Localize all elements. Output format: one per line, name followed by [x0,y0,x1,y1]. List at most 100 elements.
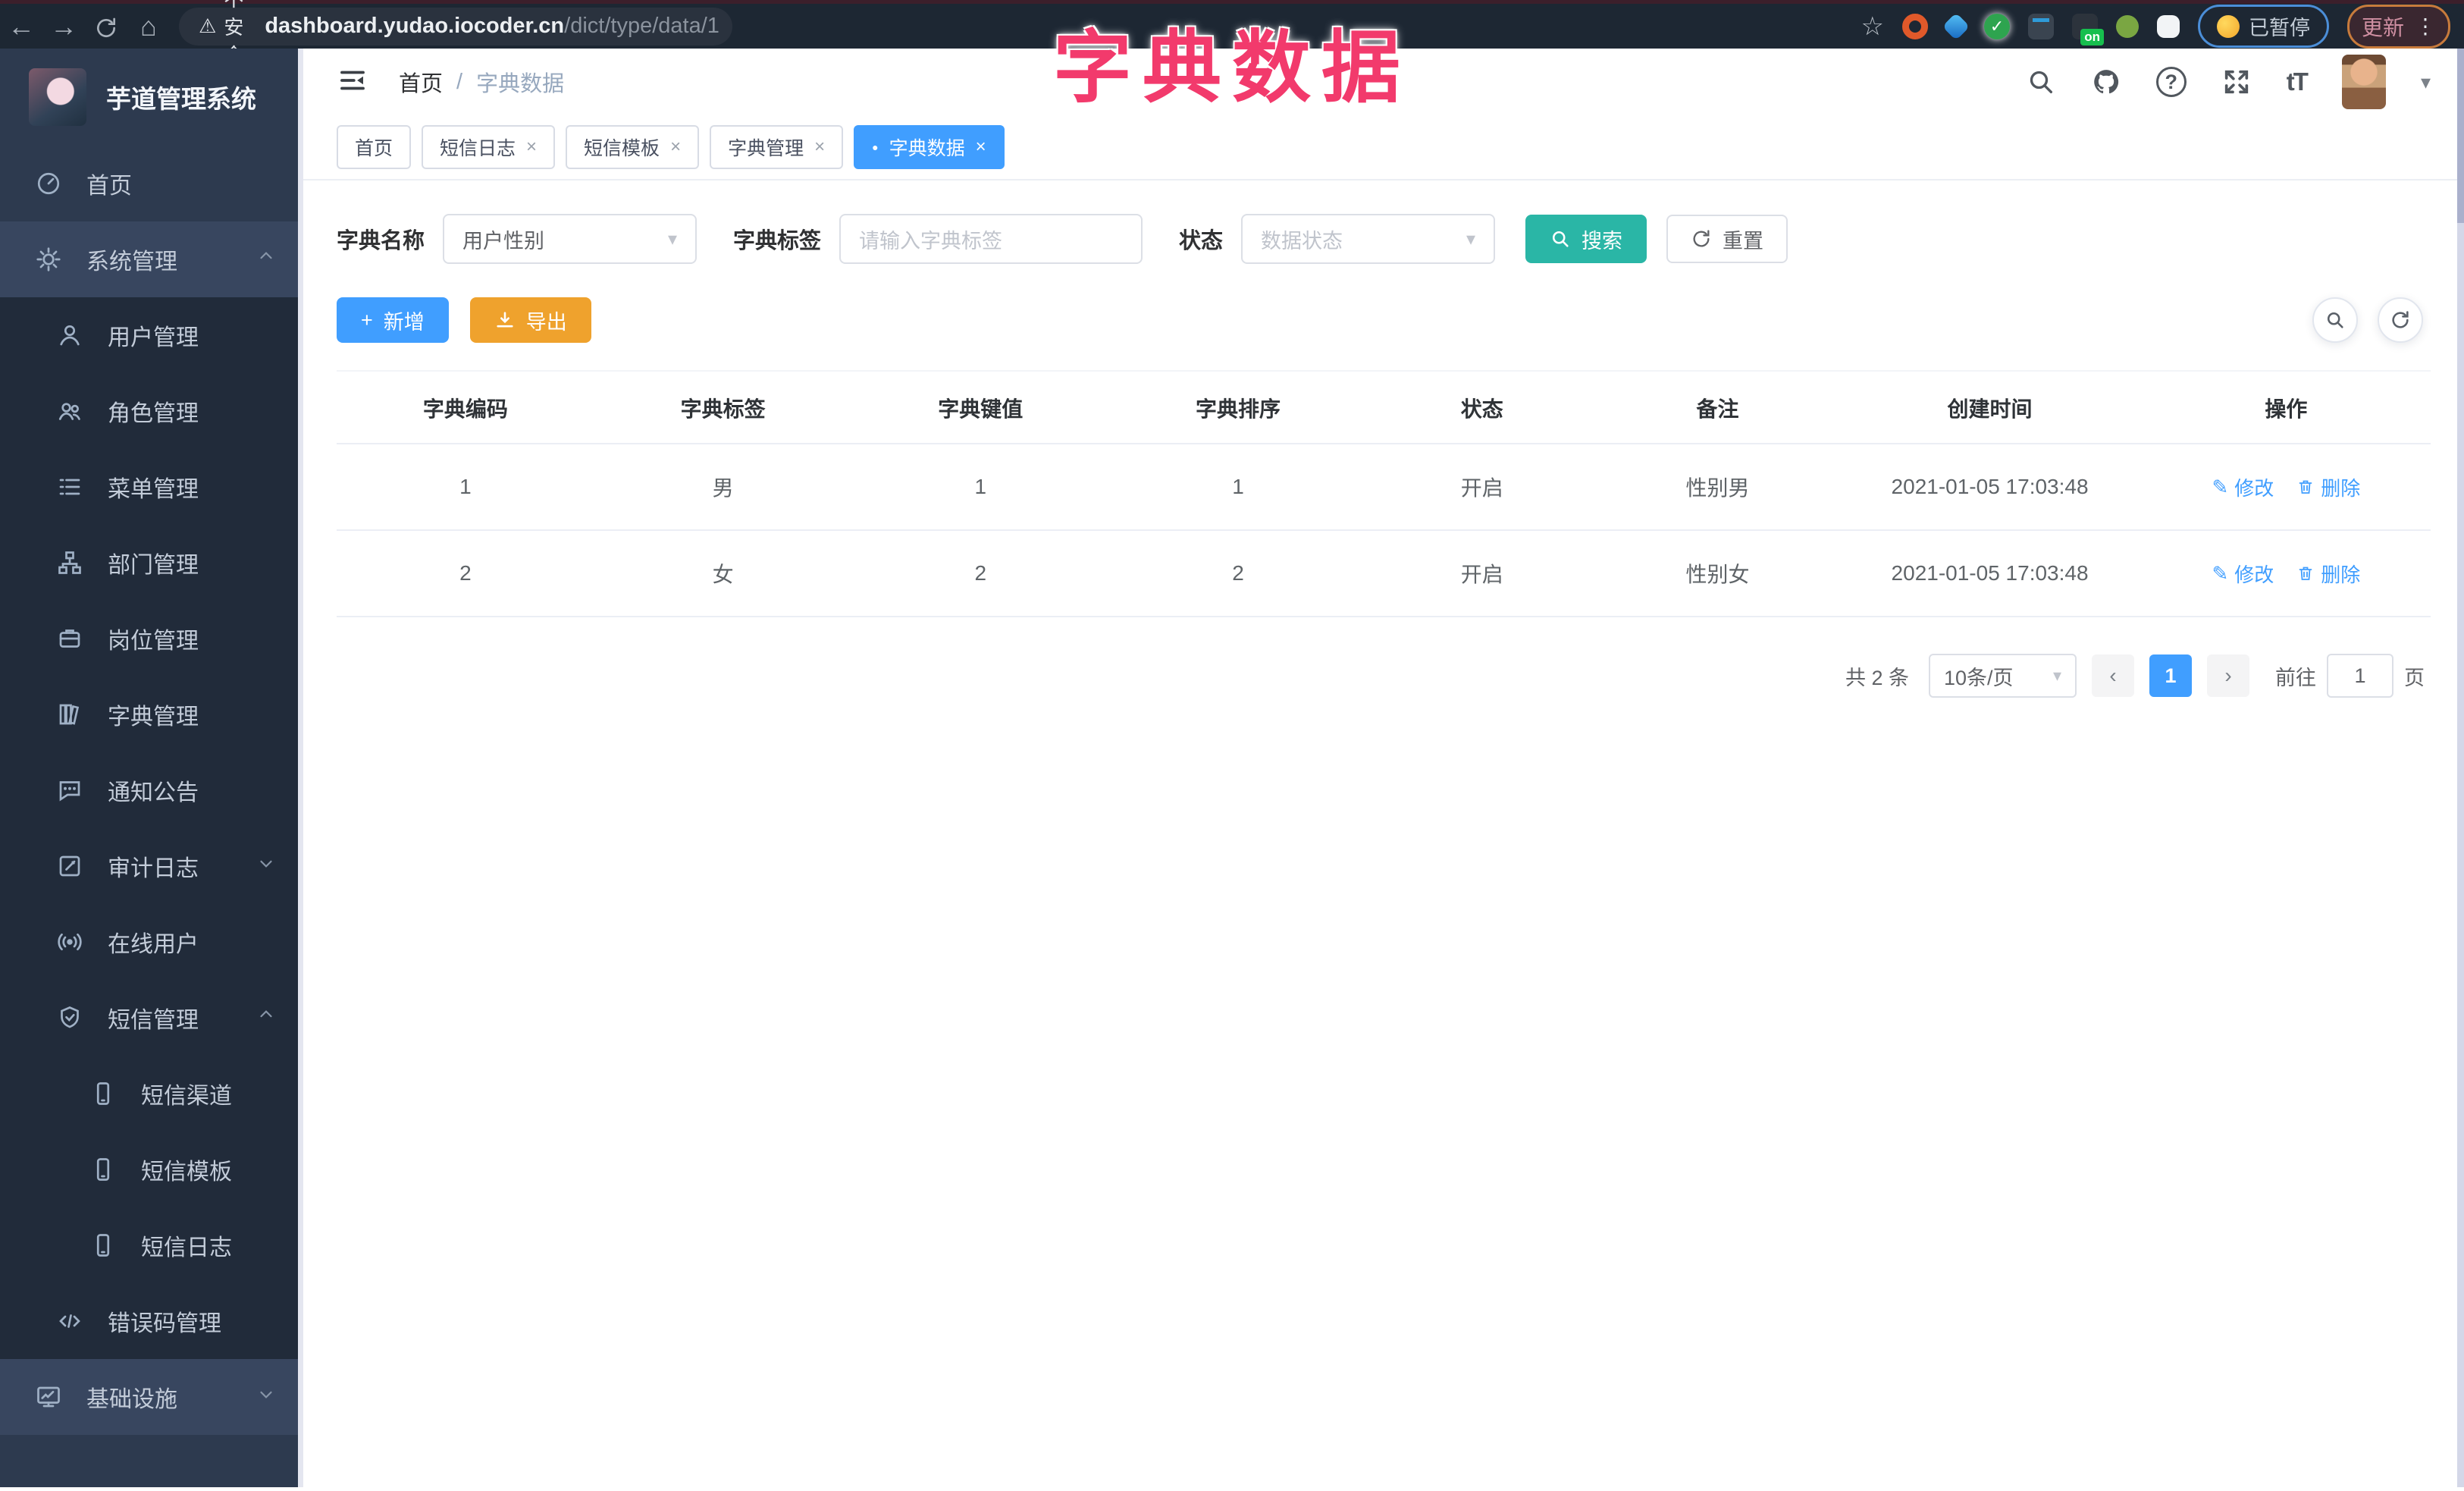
tab-label: 短信日志 [440,138,516,159]
chevron-up-icon [256,246,276,272]
cell-code: 1 [337,444,594,531]
show-search-button[interactable] [2312,297,2358,343]
extension-green-icon[interactable] [2115,14,2139,38]
delete-button[interactable]: 删除 [2296,473,2360,501]
sidebar-item-system[interactable]: 系统管理 [0,221,303,297]
online-signal-icon [58,933,82,951]
refresh-table-button[interactable] [2378,297,2423,343]
jump-input[interactable]: 1 [2327,654,2393,698]
scrollbar-thumb[interactable] [2457,49,2464,223]
browser-reload-icon[interactable] [85,11,127,42]
tab-home[interactable]: 首页 [337,125,412,169]
sidebar-item-notice[interactable]: 通知公告 [0,752,303,828]
cell-remark: 性别男 [1597,444,1839,531]
sidebar-item-sms-mgmt[interactable]: 短信管理 [0,980,303,1056]
browser-back-icon[interactable]: ← [0,11,42,42]
breadcrumb-home[interactable]: 首页 [399,66,443,98]
help-icon[interactable]: ? [2155,67,2187,97]
update-pill[interactable]: 更新 ⋮ [2346,4,2450,49]
font-size-icon[interactable]: tT [2287,67,2309,96]
page-size-select[interactable]: 10条/页 ▾ [1929,654,2077,698]
tab-dict-mgmt[interactable]: 字典管理 × [710,125,844,169]
export-button[interactable]: 导出 [469,297,591,343]
next-page-button[interactable]: › [2207,654,2249,697]
dashboard-icon [37,172,60,195]
sidebar-collapse-icon[interactable] [337,64,368,100]
sidebar-item-online-users[interactable]: 在线用户 [0,904,303,980]
add-button-label: 新增 [383,310,425,334]
cell-remark: 性别女 [1597,530,1839,617]
search-button[interactable]: 搜索 [1525,215,1647,263]
dict-name-select[interactable]: 用户性别 ▾ [443,214,698,264]
extension-check-icon[interactable]: ✓ [1983,13,2010,39]
sidebar-item-role-mgmt[interactable]: 角色管理 [0,373,303,449]
add-button[interactable]: + 新增 [337,297,449,343]
close-icon[interactable]: × [670,137,681,158]
sidebar-item-errcode-mgmt[interactable]: 错误码管理 [0,1283,303,1359]
close-icon[interactable]: × [814,137,825,158]
close-icon[interactable]: × [526,137,537,158]
sidebar-item-infra[interactable]: 基础设施 [0,1359,303,1435]
table-header-row: 字典编码 字典标签 字典键值 字典排序 状态 备注 创建时间 操作 [337,370,2431,444]
sidebar-item-sms-log[interactable]: 短信日志 [0,1207,303,1283]
logo[interactable]: 芋道管理系统 [0,49,303,146]
refresh-icon [1693,230,1710,247]
sidebar-item-dept-mgmt[interactable]: 部门管理 [0,525,303,601]
reset-button[interactable]: 重置 [1666,215,1788,263]
cell-created: 2021-01-05 17:03:48 [1838,444,2142,531]
dict-data-table: 字典编码 字典标签 字典键值 字典排序 状态 备注 创建时间 操作 1 男 1 … [337,370,2431,617]
close-icon[interactable]: × [976,137,986,158]
bookmark-star-icon[interactable]: ☆ [1861,11,1884,42]
sidebar-item-home[interactable]: 首页 [0,146,303,221]
prev-page-button[interactable]: ‹ [2092,654,2134,697]
sidebar-item-dict-mgmt[interactable]: 字典管理 [0,676,303,752]
current-page[interactable]: 1 [2149,654,2192,697]
sidebar-item-label: 字典管理 [108,705,199,730]
avatar-caret-icon[interactable]: ▾ [2421,71,2431,94]
col-header: 创建时间 [1838,370,2142,444]
sidebar-item-menu-mgmt[interactable]: 菜单管理 [0,449,303,525]
download-icon [497,312,513,328]
table-row: 1 男 1 1 开启 性别男 2021-01-05 17:03:48 ✎ 修改 删… [337,444,2431,531]
export-button-label: 导出 [525,310,567,334]
edit-label: 修改 [2234,563,2274,586]
fullscreen-icon[interactable] [2221,67,2252,97]
edit-label: 修改 [2234,476,2274,500]
github-icon[interactable] [2091,67,2121,97]
search-icon[interactable] [2026,67,2056,97]
extension-kite-icon[interactable] [1942,12,1970,40]
url-text[interactable]: dashboard.yudao.iocoder.cn/dict/type/dat… [265,14,719,39]
sidebar-item-label: 系统管理 [86,250,177,275]
tab-dict-data[interactable]: ● 字典数据 × [854,125,1005,169]
edit-button[interactable]: ✎ 修改 [2212,560,2274,588]
status-select[interactable]: 数据状态 ▾ [1241,214,1496,264]
sidebar-item-label: 审计日志 [108,856,199,881]
page-scrollbar[interactable] [2457,49,2464,1487]
sidebar-item-post-mgmt[interactable]: 岗位管理 [0,601,303,676]
browser-home-icon[interactable]: ⌂ [127,11,170,42]
kebab-menu-icon[interactable]: ⋮ [2415,14,2436,39]
extensions-puzzle-icon[interactable] [2156,14,2180,38]
extension-sliders-icon[interactable] [2027,13,2054,39]
dict-label-input[interactable]: 请输入字典标签 [839,214,1143,264]
address-bar[interactable]: ⚠ 不安全 dashboard.yudao.iocoder.cn/dict/ty… [179,0,732,67]
header-actions: ? tT ▾ [2026,55,2431,109]
avatar[interactable] [2341,55,2386,109]
edit-button[interactable]: ✎ 修改 [2212,473,2274,501]
sidebar-item-sms-template[interactable]: 短信模板 [0,1132,303,1207]
tab-sms-template[interactable]: 短信模板 × [566,125,700,169]
delete-button[interactable]: 删除 [2296,560,2360,588]
breadcrumb-current: 字典数据 [476,72,565,96]
paused-pill[interactable]: 已暂停 [2197,5,2329,48]
search-button-label: 搜索 [1582,229,1623,253]
browser-forward-icon[interactable]: → [42,11,85,42]
tab-sms-log[interactable]: 短信日志 × [422,125,556,169]
sidebar: 芋道管理系统 首页 系统管理 用户管理 角色管理 菜单管理 部门管理 岗位管理 … [0,49,303,1487]
extension-orange-icon[interactable] [1901,13,1928,39]
sidebar-item-audit-log[interactable]: 审计日志 [0,828,303,904]
sidebar-item-sms-channel[interactable]: 短信渠道 [0,1056,303,1132]
extension-on-icon[interactable]: on [2071,13,2104,46]
table-row: 2 女 2 2 开启 性别女 2021-01-05 17:03:48 ✎ 修改 删… [337,530,2431,617]
col-header: 备注 [1597,370,1839,444]
sidebar-item-user-mgmt[interactable]: 用户管理 [0,297,303,373]
